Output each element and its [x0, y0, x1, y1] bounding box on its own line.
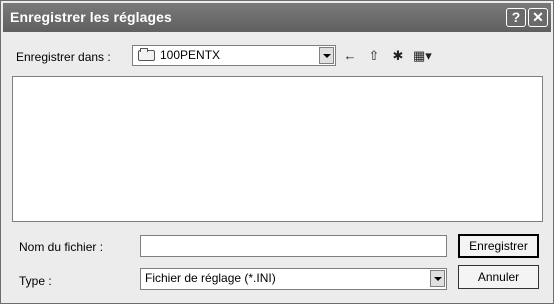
save-settings-dialog: Enregistrer les réglages ? ✕ Enregistrer…: [0, 0, 554, 304]
back-arrow-icon[interactable]: ←: [341, 47, 359, 65]
chevron-down-icon[interactable]: [319, 47, 334, 64]
save-in-dropdown[interactable]: 100PENTX: [132, 45, 336, 66]
help-question-icon: ?: [511, 9, 521, 25]
save-in-label: Enregistrer dans :: [16, 50, 111, 64]
file-type-value: Fichier de réglage (*.INI): [145, 271, 276, 285]
up-folder-icon[interactable]: ⇧: [365, 47, 383, 65]
save-in-value: 100PENTX: [160, 48, 221, 62]
cancel-button[interactable]: Annuler: [458, 265, 539, 289]
help-button[interactable]: ?: [506, 8, 526, 27]
chevron-down-icon[interactable]: [430, 270, 445, 287]
folder-icon: [138, 48, 155, 61]
title-bar: Enregistrer les réglages ? ✕: [3, 3, 551, 32]
window-title: Enregistrer les réglages: [10, 9, 172, 25]
new-folder-icon[interactable]: ✱: [389, 47, 407, 65]
close-button[interactable]: ✕: [528, 8, 548, 27]
file-type-label: Type :: [19, 274, 52, 288]
close-x-icon: ✕: [532, 9, 544, 25]
save-button[interactable]: Enregistrer: [458, 234, 539, 258]
file-type-dropdown[interactable]: Fichier de réglage (*.INI): [140, 268, 447, 290]
view-menu-icon[interactable]: ▦▾: [413, 47, 432, 65]
file-name-input[interactable]: [140, 235, 447, 257]
file-list[interactable]: [12, 76, 543, 222]
file-name-label: Nom du fichier :: [19, 240, 104, 254]
